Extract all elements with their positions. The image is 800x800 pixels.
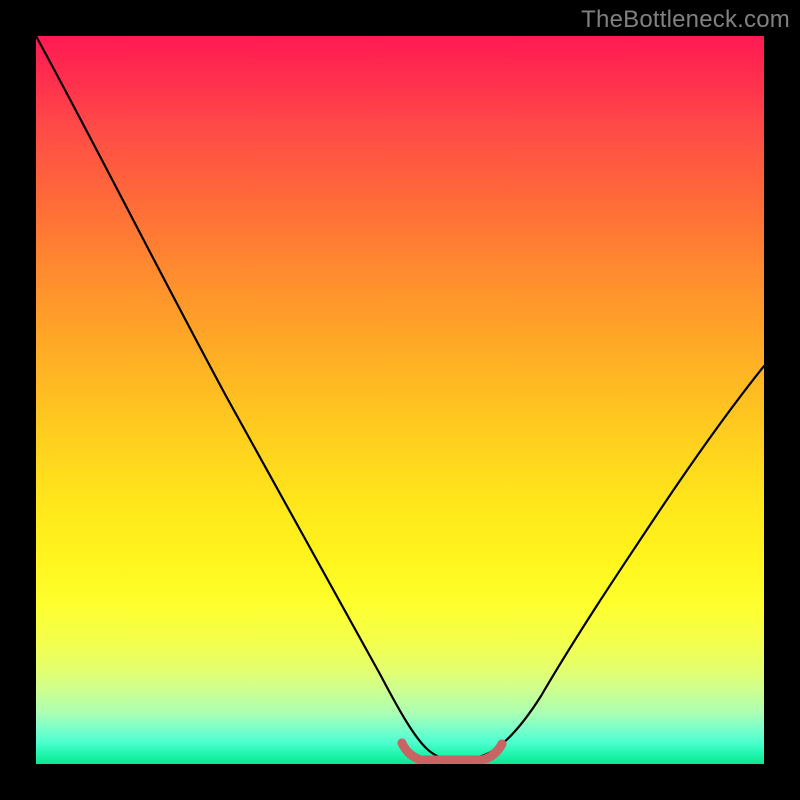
plot-area <box>36 36 764 764</box>
marker-dot <box>398 739 407 748</box>
curve-layer <box>36 36 764 764</box>
sweet-spot-marker <box>402 743 502 760</box>
marker-dot <box>498 740 507 749</box>
watermark-text: TheBottleneck.com <box>581 6 790 34</box>
bottleneck-curve <box>36 36 764 760</box>
chart-canvas: TheBottleneck.com <box>0 0 800 800</box>
